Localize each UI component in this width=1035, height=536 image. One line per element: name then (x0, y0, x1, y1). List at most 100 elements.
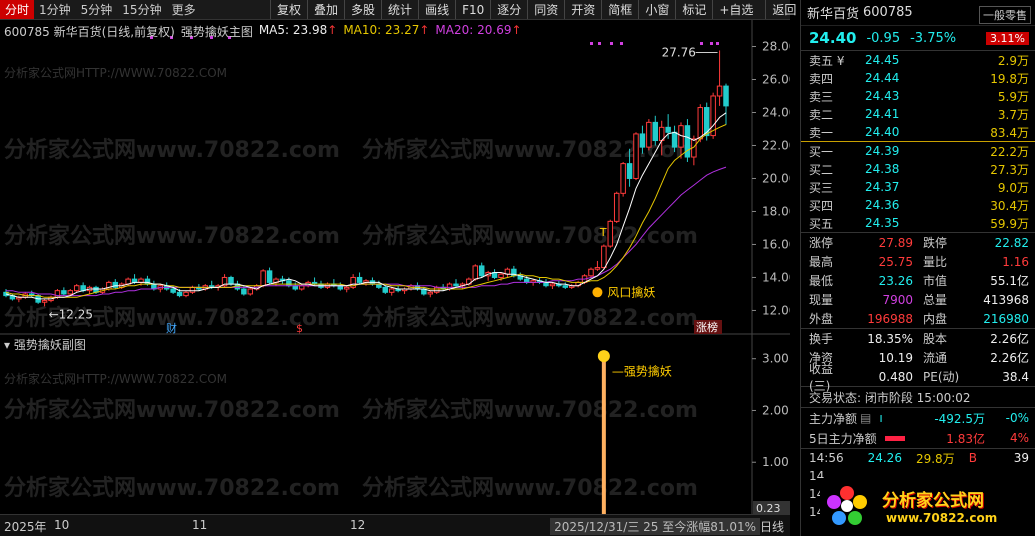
signal-dot (700, 42, 703, 45)
candle-body (594, 267, 601, 270)
ma5-arrow: ↑ (327, 23, 338, 37)
net-flow-pct: -0% (1005, 411, 1029, 425)
kline-chart-area[interactable]: 600785 新华百货(日线,前复权) 强势擒妖主图 MA5: 23.98↑ M… (0, 20, 790, 516)
toolbar-button-7[interactable]: 同资 (527, 0, 564, 19)
candle-body (247, 288, 254, 295)
y-tick-label: 16.00 (762, 237, 790, 251)
toolbar-button-4[interactable]: 画线 (418, 0, 455, 19)
toolbar-button-3[interactable]: 统计 (381, 0, 418, 19)
toolbar-button-9[interactable]: 简框 (601, 0, 638, 19)
quote-panel: 新华百货 600785 一般零售 24.40 -0.95 -3.75% 3.11… (800, 0, 1035, 536)
toolbar-button-1[interactable]: 叠加 (307, 0, 344, 19)
x-label-nov: 11 (192, 518, 208, 532)
stats1-row-1: 最高 25.75 量比 1.16 (801, 252, 1035, 271)
buys-volume: 9.0万 (997, 180, 1029, 195)
candle-body (183, 291, 189, 297)
period-line-button[interactable]: 日线 (760, 518, 784, 535)
sell-book: 卖五 ¥ 24.45 2.9万 卖四 24.44 19.8万 卖三 24.43 5.9万 卖二 24… (801, 50, 1035, 141)
collapse-icon[interactable]: ▾ (4, 338, 10, 352)
candle-body (697, 107, 704, 140)
net5-flow-bar (884, 435, 905, 441)
sub-title[interactable]: 强势擒妖副图 (14, 338, 86, 352)
period-tab-1[interactable]: 1分钟 (34, 0, 76, 19)
buys-price: 24.36 (865, 198, 900, 212)
ma20-arrow: ↑ (511, 23, 522, 37)
sells-label: 卖二 (809, 107, 834, 122)
ma20-line (6, 166, 727, 297)
main-signal-label: 风口擒妖 (607, 284, 655, 299)
kline-svg[interactable]: 28.00 26.00 24.00 22.00 20.00 18.00 16.00 14.00… (0, 20, 790, 514)
sells-label: 卖一 (809, 125, 834, 140)
candle-body (613, 192, 620, 222)
date-status: 2025/12/31/三 25 至今涨幅81.01% (550, 518, 760, 535)
candle-body (343, 286, 350, 290)
sub-value-label: 0.23 (756, 502, 781, 514)
stats1-label-b: 量比 (923, 255, 948, 269)
candle-body (67, 290, 74, 295)
toolbar-button-5[interactable]: F10 (455, 0, 490, 19)
buys-price: 24.35 (865, 216, 900, 230)
period-tab-2[interactable]: 5分钟 (76, 0, 118, 19)
detail-icon[interactable]: ▤ (860, 411, 871, 425)
y-tick-label: 20.00 (762, 171, 790, 185)
sells-price: 24.41 (865, 107, 900, 121)
stats1-row-3: 现量 7900 总量 413968 (801, 290, 1035, 309)
toolbar-button-2[interactable]: 多股 (344, 0, 381, 19)
period-tab-0[interactable]: 分时 (0, 0, 35, 19)
stats1-value-b: 1.16 (1002, 254, 1029, 269)
candle-body (61, 290, 67, 295)
price-row: 24.40 -0.95 -3.75% 3.11% (801, 26, 1035, 50)
tick-count: 39 (1013, 451, 1029, 465)
turnover-badge: 3.11% (986, 31, 1029, 45)
stats1-value-b: 216980 (983, 311, 1029, 326)
y-tick-label: 22.00 (762, 138, 790, 152)
buys-label: 买一 (809, 144, 834, 159)
candle-body (176, 291, 183, 297)
toolbar-button-11[interactable]: 标记 (675, 0, 712, 19)
stats2-row-2: 收益(三) 0.480 PE(动) 38.4 (801, 362, 1035, 393)
toolbar-button-10[interactable]: 小窗 (638, 0, 675, 19)
formula-label[interactable]: 强势擒妖主图 (181, 23, 253, 40)
net-flow-value: -492.5万 (934, 411, 985, 426)
toolbar-button-6[interactable]: 逐分 (490, 0, 527, 19)
price-change: -0.95 (866, 30, 901, 46)
signal-dot (716, 42, 719, 45)
stats1-value-a: 7900 (882, 292, 913, 307)
sells-volume: 5.9万 (997, 89, 1029, 104)
y-tick-label: 18.00 (762, 204, 790, 218)
stats1-row-2: 最低 23.26 市值 55.1亿 (801, 271, 1035, 290)
candle-body (633, 133, 639, 179)
stats2-value-b: 38.4 (1002, 369, 1029, 384)
stats1-value-a: 25.75 (878, 254, 913, 269)
toolbar-button-12[interactable]: +自选 (712, 0, 759, 19)
buys-row-1: 买二 24.38 27.3万 (801, 160, 1035, 178)
sells-row-4: 卖一 24.40 83.4万 (801, 123, 1035, 141)
lock-signal-icon (592, 287, 603, 298)
candle-body (292, 285, 299, 290)
buys-volume: 22.2万 (990, 144, 1029, 159)
trade-status: 交易状态: 闭市阶段 15:00:02 (809, 390, 971, 405)
toolbar-button-8[interactable]: 开资 (564, 0, 601, 19)
stats1-label-a: 现量 (809, 293, 834, 307)
y-tick-label: 14.00 (762, 270, 790, 284)
stats1-row-0: 涨停 27.89 跌停 22.82 (801, 233, 1035, 252)
industry-button[interactable]: 一般零售 (979, 6, 1031, 24)
stats1-value-b: 22.82 (994, 235, 1029, 250)
x-label-dec: 12 (350, 518, 366, 532)
stock-name: 新华百货 (807, 7, 860, 22)
ma5-label: MA5: 23.98 (258, 23, 328, 37)
candle-body (266, 270, 273, 283)
toolbar-button-13[interactable]: 返回 (765, 0, 802, 19)
sub-y-tick-label: 1.00 (762, 455, 789, 469)
stats1-label-b: 总量 (923, 293, 948, 307)
tick-volume: 29.8万 (915, 451, 955, 466)
event-dollar-label: $ (296, 322, 303, 335)
period-tab-3[interactable]: 15分钟 (117, 0, 166, 19)
toolbar-button-0[interactable]: 复权 (270, 0, 307, 19)
period-tab-4[interactable]: 更多 (167, 0, 201, 19)
sells-row-0: 卖五 ¥ 24.45 2.9万 (801, 51, 1035, 69)
candle-body (716, 85, 723, 97)
net5-flow-label: 5日主力净额 (809, 431, 877, 446)
candle-body (453, 283, 459, 287)
logo-text: 分析家公式网 (882, 491, 984, 511)
